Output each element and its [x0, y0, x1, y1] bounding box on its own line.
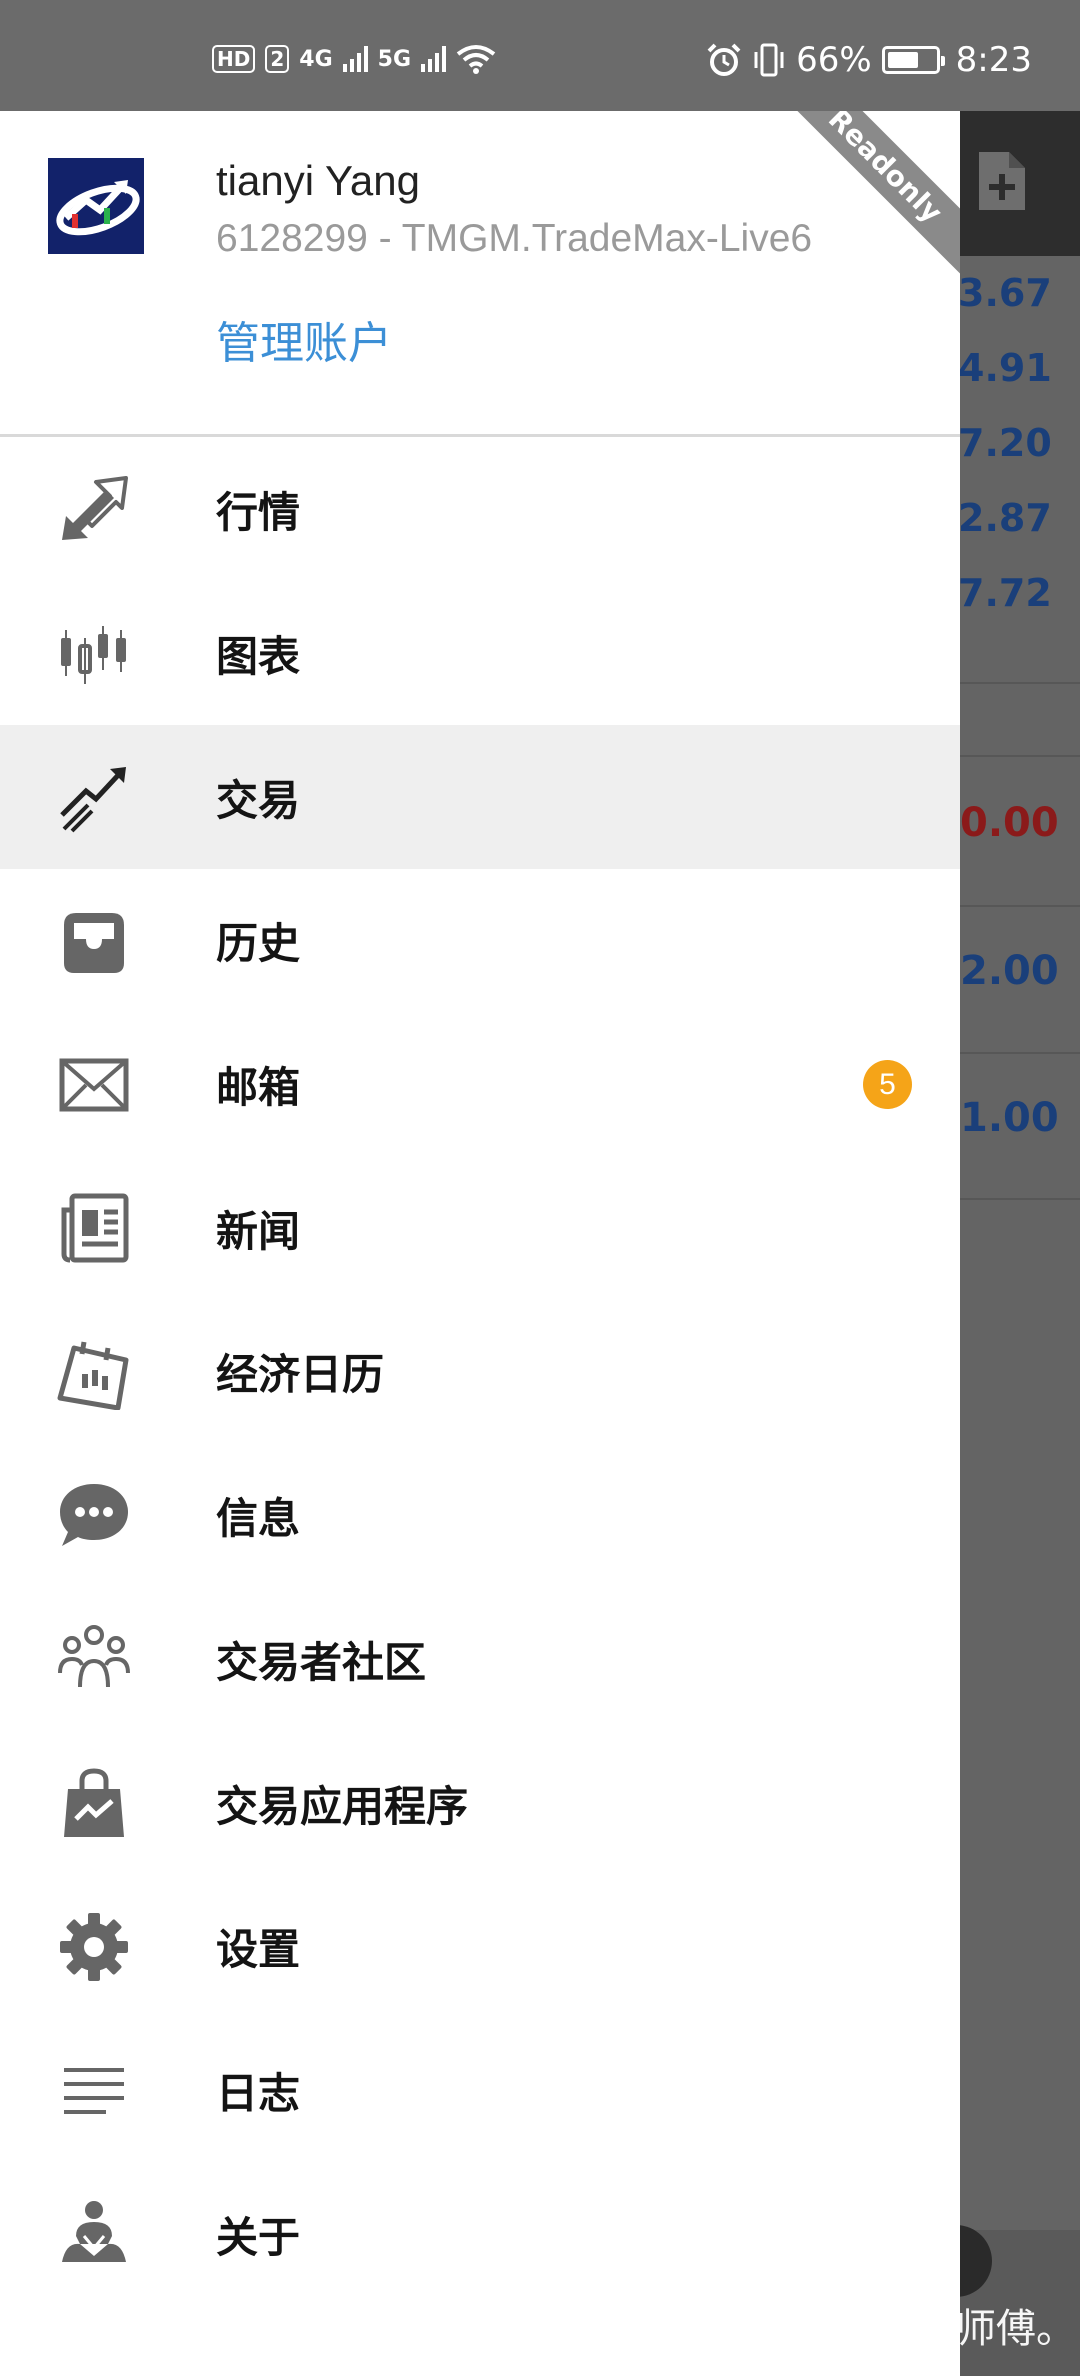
menu-label: 历史	[216, 919, 301, 969]
status-right: 66% 8:23	[706, 40, 1032, 80]
battery-icon	[881, 46, 945, 74]
history-icon	[56, 903, 132, 979]
background-price: 2.87	[960, 496, 1052, 540]
background-price: 7.20	[960, 421, 1052, 465]
clock: 8:23	[955, 40, 1032, 80]
menu-item-journal[interactable]: 日志	[0, 2019, 960, 2163]
wifi-icon	[456, 45, 496, 74]
menu-item-quotes[interactable]: 行情	[0, 438, 960, 582]
menu-label: 交易者社区	[216, 1637, 427, 1687]
divider	[960, 905, 1080, 907]
menu-label: 交易应用程序	[216, 1781, 469, 1831]
background-price: 7.72	[960, 571, 1052, 615]
battery-percent: 66%	[796, 40, 872, 80]
menu-item-news[interactable]: 新闻	[0, 1156, 960, 1300]
divider	[960, 755, 1080, 757]
news-icon	[56, 1190, 132, 1266]
menu-item-mailbox[interactable]: 邮箱 5	[0, 1013, 960, 1157]
chat-icon	[56, 1478, 132, 1554]
menu-label: 关于	[216, 2212, 301, 2262]
divider	[960, 682, 1080, 684]
menu-item-chart[interactable]: 图表	[0, 582, 960, 726]
menu-item-trading-apps[interactable]: 交易应用程序	[0, 1731, 960, 1875]
background-trade-value: 1.00	[960, 1095, 1059, 1141]
background-toolbar	[960, 111, 1080, 256]
background-quotes: 3.67 4.91 7.20 2.87 7.72	[960, 256, 1080, 631]
hd-indicator: HD	[212, 45, 256, 73]
menu-label: 经济日历	[216, 1350, 385, 1400]
drawer-menu: 行情 图表 交易 历史 邮箱 5 新闻 经济日历 信息 交易者社区 交易应用程序…	[0, 438, 960, 2306]
menu-item-trade[interactable]: 交易	[0, 725, 960, 870]
vibrate-icon	[754, 43, 784, 77]
status-bar: HD 2 4G 5G 66% 8:23	[0, 0, 1080, 111]
chart-icon	[56, 616, 132, 692]
network-type-2: 5G	[377, 46, 412, 72]
menu-label: 信息	[216, 1494, 301, 1544]
network-type-1: 4G	[299, 46, 333, 72]
about-icon	[56, 2196, 132, 2272]
manage-accounts-link[interactable]: 管理账户	[216, 307, 392, 371]
status-left: HD 2 4G 5G	[212, 44, 496, 74]
journal-icon	[56, 2052, 132, 2128]
menu-label: 日志	[216, 2068, 301, 2118]
background-trade-value: 2.00	[960, 948, 1059, 994]
account-id: 6128299 - TMGM.TradeMax-Live6	[216, 217, 813, 260]
mailbox-icon	[56, 1047, 132, 1123]
menu-item-settings[interactable]: 设置	[0, 1875, 960, 2019]
background-price: 4.91	[960, 346, 1052, 390]
quotes-icon	[56, 472, 132, 548]
background-trade-value: 0.00	[960, 800, 1059, 846]
divider	[960, 1198, 1080, 1200]
menu-item-economic-calendar[interactable]: 经济日历	[0, 1300, 960, 1444]
trade-icon	[56, 759, 132, 835]
drawer-header: tianyi Yang 6128299 - TMGM.TradeMax-Live…	[0, 111, 960, 437]
menu-item-about[interactable]: 关于	[0, 2162, 960, 2306]
sim-indicator: 2	[265, 45, 290, 73]
app-store-icon	[56, 1765, 132, 1841]
alarm-icon	[707, 43, 741, 76]
community-icon	[56, 1621, 132, 1697]
menu-item-history[interactable]: 历史	[0, 869, 960, 1013]
divider	[960, 1052, 1080, 1054]
menu-label: 新闻	[216, 1206, 301, 1256]
menu-label: 行情	[216, 488, 301, 538]
menu-label: 交易	[216, 775, 301, 825]
new-order-icon[interactable]	[975, 150, 1027, 212]
menu-label: 设置	[216, 1925, 301, 1975]
broker-logo[interactable]	[48, 158, 144, 254]
account-name: tianyi Yang	[216, 157, 420, 204]
navigation-drawer: tianyi Yang 6128299 - TMGM.TradeMax-Live…	[0, 111, 960, 2376]
logo-graphic	[48, 158, 144, 254]
gear-icon	[56, 1909, 132, 1985]
background-price: 3.67	[960, 271, 1052, 315]
menu-label: 图表	[216, 632, 301, 682]
menu-item-messages[interactable]: 信息	[0, 1444, 960, 1588]
menu-label: 邮箱	[216, 1063, 301, 1113]
unread-badge: 5	[863, 1060, 912, 1110]
menu-item-traders-community[interactable]: 交易者社区	[0, 1588, 960, 1732]
signal-icon	[421, 46, 447, 72]
signal-icon	[342, 46, 368, 72]
calendar-icon	[56, 1334, 132, 1410]
